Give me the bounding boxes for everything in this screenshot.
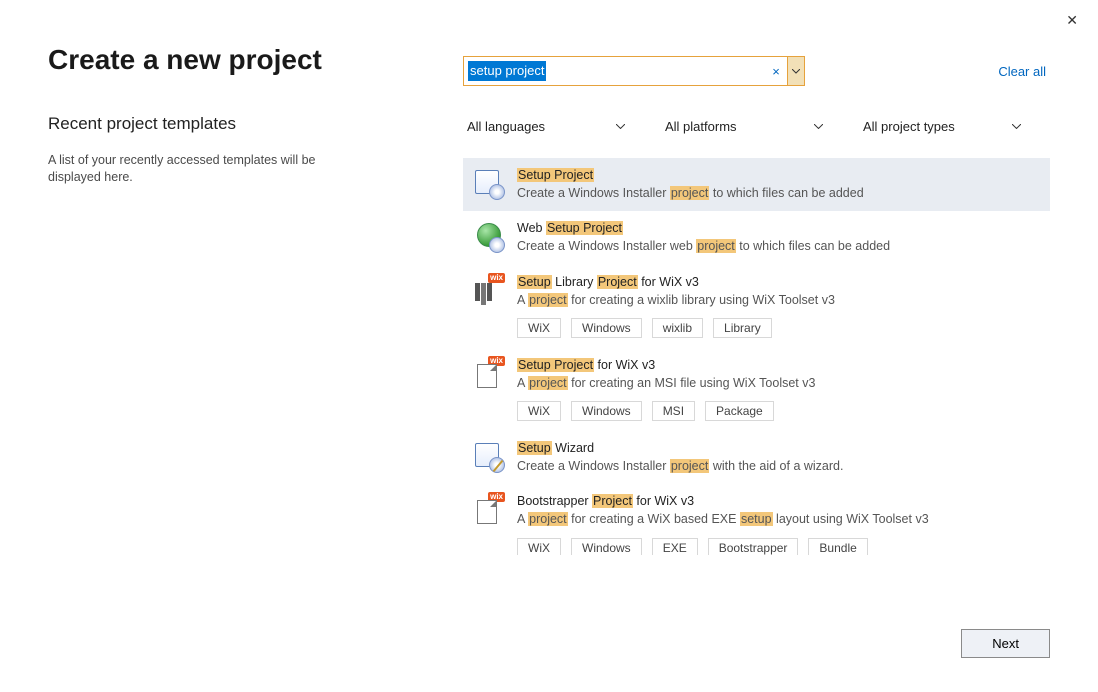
template-description: Create a Windows Installer project with … [517, 458, 1038, 474]
search-input[interactable]: setup project [464, 57, 765, 85]
template-tags: WiX Windows MSI Package [517, 401, 1038, 421]
template-title: Setup Library Project for WiX v3 [517, 275, 1038, 289]
library-icon [475, 283, 492, 305]
chevron-down-icon [792, 69, 800, 74]
search-highlight: setup [740, 512, 773, 526]
search-highlight: Setup Project [517, 168, 594, 182]
filter-platform-label: All platforms [665, 119, 737, 134]
template-description: A project for creating an MSI file using… [517, 375, 1038, 391]
search-row: setup project × Clear all [463, 56, 1050, 86]
search-highlight: Setup Project [517, 358, 594, 372]
main-content: Create a new project Recent project temp… [0, 0, 1098, 555]
template-item-web-setup-project[interactable]: Web Setup Project Create a Windows Instal… [463, 211, 1050, 264]
dialog-footer: Next [961, 629, 1050, 658]
search-highlight: Setup [517, 275, 552, 289]
template-title: Web Setup Project [517, 221, 1038, 235]
template-tag: Bundle [808, 538, 867, 556]
document-icon [477, 500, 497, 524]
template-body: Setup Wizard Create a Windows Installer p… [517, 441, 1038, 474]
template-tag: Package [705, 401, 774, 421]
template-icon: wix [475, 360, 503, 388]
search-highlight: project [528, 512, 568, 526]
template-item-bootstrapper-wix3[interactable]: wix Bootstrapper Project for WiX v3 A proj… [463, 484, 1050, 555]
template-body: Web Setup Project Create a Windows Instal… [517, 221, 1038, 254]
template-icon: wix [475, 496, 503, 524]
disc-icon [489, 237, 505, 253]
template-description: Create a Windows Installer project to wh… [517, 185, 1038, 201]
template-tag: WiX [517, 318, 561, 338]
template-body: Setup Project for WiX v3 A project for cr… [517, 358, 1038, 421]
document-icon [477, 364, 497, 388]
wand-icon [491, 459, 505, 473]
template-icon [475, 223, 503, 251]
template-item-setup-library-wix3[interactable]: wix Setup Library Project for WiX v3 A pro… [463, 265, 1050, 348]
template-tag: Library [713, 318, 772, 338]
template-tags: WiX Windows EXE Bootstrapper Bundle [517, 538, 1038, 556]
template-item-setup-wizard[interactable]: Setup Wizard Create a Windows Installer p… [463, 431, 1050, 484]
template-tag: Bootstrapper [708, 538, 799, 556]
search-highlight: Setup Project [546, 221, 623, 235]
template-body: Bootstrapper Project for WiX v3 A project… [517, 494, 1038, 555]
template-title: Bootstrapper Project for WiX v3 [517, 494, 1038, 508]
filter-platform[interactable]: All platforms [661, 112, 831, 140]
right-column: setup project × Clear all All languages … [463, 44, 1050, 555]
clear-all-link[interactable]: Clear all [998, 64, 1050, 79]
chevron-down-icon [616, 124, 625, 129]
template-tags: WiX Windows wixlib Library [517, 318, 1038, 338]
template-title: Setup Project [517, 168, 1038, 182]
template-tag: wixlib [652, 318, 703, 338]
template-description: A project for creating a WiX based EXE s… [517, 511, 1038, 527]
search-highlight: project [696, 239, 736, 253]
template-body: Setup Project Create a Windows Installer … [517, 168, 1038, 201]
next-button[interactable]: Next [961, 629, 1050, 658]
template-title: Setup Project for WiX v3 [517, 358, 1038, 372]
template-title: Setup Wizard [517, 441, 1038, 455]
filter-language[interactable]: All languages [463, 112, 633, 140]
filter-row: All languages All platforms All project … [463, 112, 1050, 140]
template-description: Create a Windows Installer web project t… [517, 238, 1038, 254]
template-tag: EXE [652, 538, 698, 556]
template-tag: Windows [571, 538, 642, 556]
search-highlight: Setup [517, 441, 552, 455]
template-icon [475, 170, 503, 198]
recent-templates-description: A list of your recently accessed templat… [48, 152, 348, 186]
wix-badge-icon: wix [488, 273, 505, 283]
template-tag: WiX [517, 538, 561, 556]
left-column: Create a new project Recent project temp… [48, 44, 463, 555]
search-dropdown-button[interactable] [787, 57, 804, 85]
search-highlight: project [670, 186, 710, 200]
search-highlight: project [528, 293, 568, 307]
disc-icon [489, 184, 505, 200]
template-item-setup-project[interactable]: Setup Project Create a Windows Installer … [463, 158, 1050, 211]
filter-project-type[interactable]: All project types [859, 112, 1029, 140]
template-icon [475, 443, 503, 471]
template-tag: WiX [517, 401, 561, 421]
template-tag: Windows [571, 401, 642, 421]
template-description: A project for creating a wixlib library … [517, 292, 1038, 308]
search-highlight: project [670, 459, 710, 473]
filter-project-type-label: All project types [863, 119, 955, 134]
template-item-setup-project-wix3[interactable]: wix Setup Project for WiX v3 A project for… [463, 348, 1050, 431]
search-box[interactable]: setup project × [463, 56, 805, 86]
template-body: Setup Library Project for WiX v3 A projec… [517, 275, 1038, 338]
template-icon: wix [475, 277, 503, 305]
chevron-down-icon [1012, 124, 1021, 129]
search-highlight: project [528, 376, 568, 390]
close-button[interactable]: ✕ [1058, 8, 1086, 33]
chevron-down-icon [814, 124, 823, 129]
search-clear-button[interactable]: × [765, 57, 787, 85]
template-tag: Windows [571, 318, 642, 338]
template-tag: MSI [652, 401, 695, 421]
page-title: Create a new project [48, 44, 463, 76]
filter-language-label: All languages [467, 119, 545, 134]
template-list: Setup Project Create a Windows Installer … [463, 158, 1050, 555]
recent-templates-heading: Recent project templates [48, 114, 463, 134]
search-highlight: Project [592, 494, 633, 508]
search-input-selected-text: setup project [468, 61, 546, 81]
search-highlight: Project [597, 275, 638, 289]
